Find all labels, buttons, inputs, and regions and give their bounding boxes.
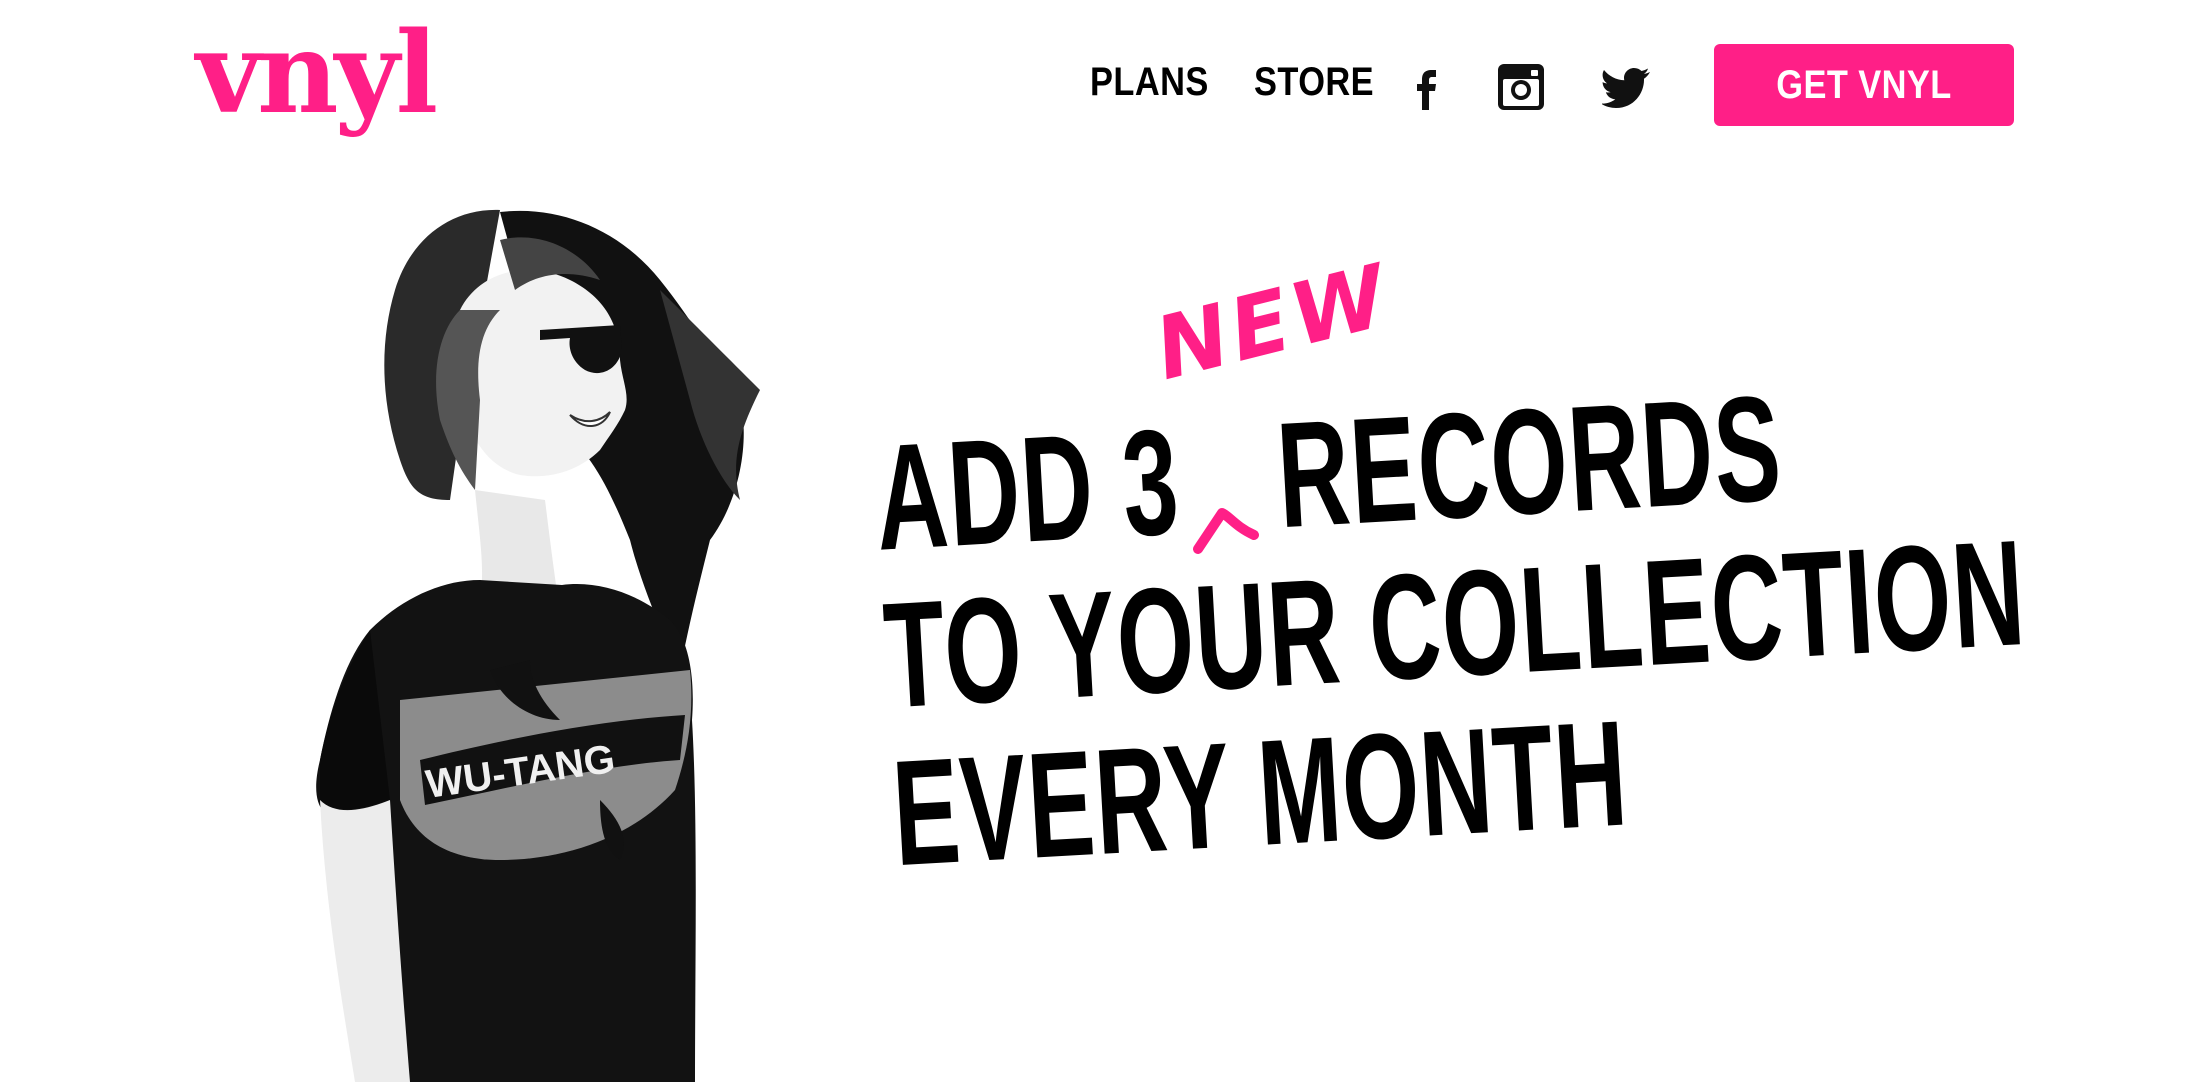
caret-mark-icon — [1192, 505, 1262, 555]
twitter-icon[interactable] — [1602, 62, 1652, 112]
hero-headline: ADD 3 RECORDS TO YOUR COLLECTION EVERY MO… — [870, 331, 2045, 897]
facebook-icon[interactable] — [1402, 62, 1452, 112]
hero-photo: WU-TANG — [300, 200, 880, 1082]
vnyl-logo[interactable]: vnyl — [196, 18, 438, 130]
instagram-icon[interactable] — [1496, 62, 1546, 112]
get-vnyl-button[interactable]: GET VNYL — [1714, 44, 2014, 126]
nav-plans-link[interactable]: PLANS — [1090, 62, 1209, 102]
headline-line-3: EVERY MONTH — [888, 688, 1633, 898]
nav-store-link[interactable]: STORE — [1254, 62, 1374, 102]
